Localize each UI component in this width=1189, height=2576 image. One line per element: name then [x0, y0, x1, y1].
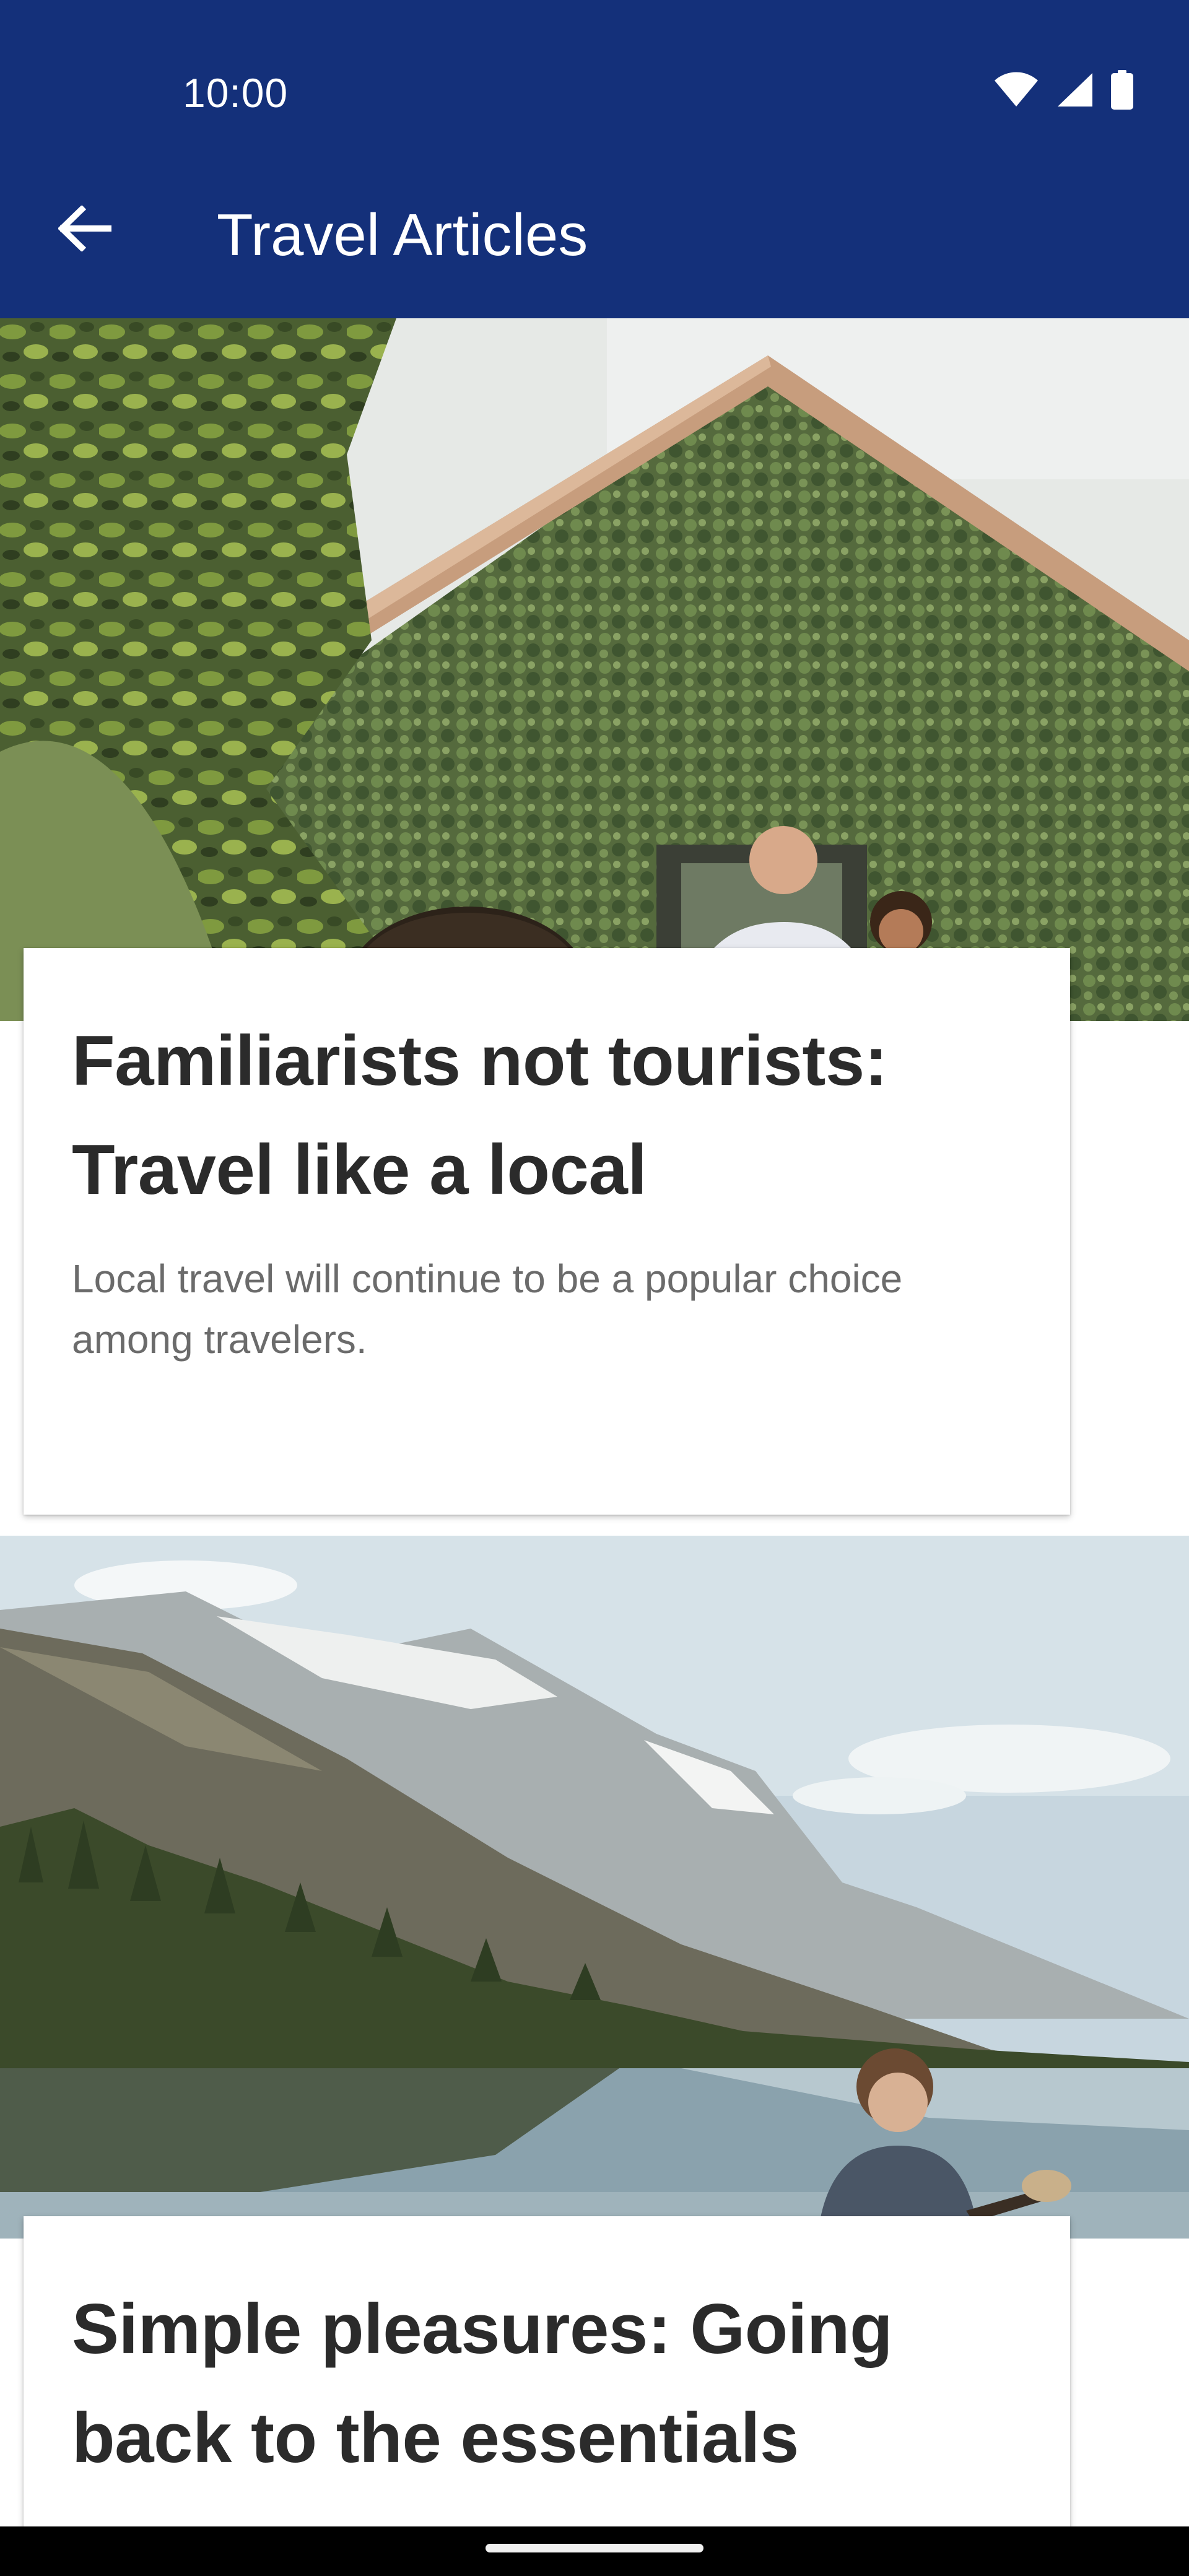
article-card: Familiarists not tourists: Travel like a…	[24, 948, 1070, 1515]
battery-icon	[1111, 70, 1133, 110]
article-title: Familiarists not tourists: Travel like a…	[72, 1022, 888, 1209]
article-title: Simple pleasures: Going back to the esse…	[72, 2290, 893, 2478]
arrow-back-icon	[57, 204, 112, 255]
article-image	[0, 1536, 1189, 2239]
article-card: Simple pleasures: Going back to the esse…	[24, 2216, 1070, 2576]
system-navigation-bar	[0, 2526, 1189, 2576]
article-description: Local travel will continue to be a popul…	[72, 1256, 903, 1362]
status-time: 10:00	[183, 70, 289, 116]
article-image	[0, 318, 1189, 1021]
wifi-icon	[993, 72, 1039, 108]
article-item[interactable]: Familiarists not tourists: Travel like a…	[0, 318, 1189, 1536]
article-feed: Familiarists not tourists: Travel like a…	[0, 318, 1189, 2576]
article-item[interactable]: Simple pleasures: Going back to the esse…	[0, 1536, 1189, 2576]
status-icons	[993, 68, 1133, 111]
home-indicator[interactable]	[486, 2544, 703, 2552]
app-screen: 10:00 Travel Articles Familiarists not t…	[0, 0, 1189, 2576]
cellular-signal-icon	[1056, 72, 1094, 108]
page-title: Travel Articles	[217, 202, 588, 268]
back-button[interactable]	[45, 189, 125, 270]
top-app-bar: 10:00 Travel Articles	[0, 0, 1189, 318]
